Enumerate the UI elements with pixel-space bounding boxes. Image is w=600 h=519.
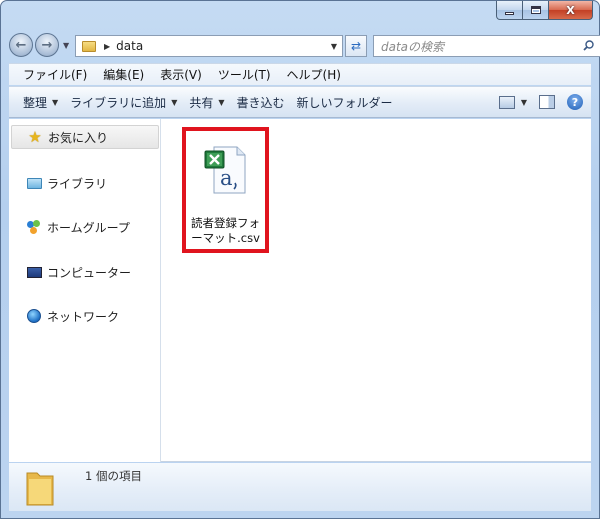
maximize-icon [530, 6, 541, 14]
share-label: 共有 [189, 95, 214, 110]
minimize-button[interactable] [496, 1, 523, 20]
sidebar-item-libraries[interactable]: ライブラリ [9, 173, 159, 193]
back-button[interactable]: ← [9, 33, 33, 57]
back-arrow-icon: ← [15, 37, 27, 53]
sidebar-item-homegroup[interactable]: ホームグループ [9, 217, 159, 237]
caption-buttons: X [496, 1, 593, 20]
change-view-icon[interactable] [498, 95, 515, 109]
sidebar-item-label: お気に入り [48, 130, 109, 145]
navigation-pane: ★ お気に入り ライブラリ ホームグループ コンピューター ネットワーク [9, 119, 161, 462]
organize-button[interactable]: 整理 ▼ [23, 94, 58, 111]
content-area: ★ お気に入り ライブラリ ホームグループ コンピューター ネットワーク a 読… [9, 119, 591, 462]
burn-label: 書き込む [236, 95, 285, 110]
sidebar-item-network[interactable]: ネットワーク [9, 306, 159, 326]
refresh-button[interactable]: ⇄ [345, 35, 367, 57]
new-folder-label: 新しいフォルダー [296, 95, 393, 110]
refresh-icon: ⇄ [350, 39, 362, 53]
search-icon[interactable] [583, 40, 594, 51]
file-item[interactable]: a 読者登録フォーマット.csv [182, 127, 269, 253]
new-folder-button[interactable]: 新しいフォルダー [297, 94, 393, 111]
excel-csv-icon: a [204, 146, 246, 194]
folder-icon [26, 472, 54, 506]
search-box[interactable]: dataの検索 [373, 35, 600, 57]
chevron-down-icon: ▼ [218, 97, 225, 107]
sidebar-item-label: ネットワーク [47, 309, 120, 324]
network-icon [26, 308, 42, 324]
add-to-library-button[interactable]: ライブラリに追加 ▼ [70, 94, 177, 111]
star-icon: ★ [28, 128, 42, 146]
chevron-down-icon: ▼ [52, 97, 59, 107]
menu-file[interactable]: ファイル(F) [9, 66, 95, 83]
view-options-dropdown-icon[interactable]: ▼ [521, 98, 527, 107]
homegroup-icon [26, 219, 42, 235]
explorer-window: X ← → ▼ ▶ data ▼ ⇄ dataの検索 ファイル(F) 編集(E)… [0, 0, 600, 519]
chevron-down-icon: ▼ [171, 97, 178, 107]
search-input[interactable]: dataの検索 [381, 38, 444, 55]
close-button[interactable]: X [549, 1, 593, 20]
preview-pane-icon[interactable] [539, 95, 555, 109]
close-icon: X [566, 3, 575, 17]
help-icon[interactable]: ? [567, 94, 583, 110]
file-list: a 読者登録フォーマット.csv [162, 119, 591, 462]
item-count: 1 個の項目 [85, 469, 142, 483]
menu-view[interactable]: 表示(V) [152, 66, 210, 83]
sidebar-item-label: ホームグループ [47, 220, 130, 235]
sidebar-item-label: ライブラリ [47, 176, 108, 191]
library-icon [26, 175, 42, 191]
breadcrumb-data[interactable]: data [116, 39, 143, 53]
maximize-button[interactable] [523, 1, 549, 20]
svg-text:a: a [220, 166, 233, 190]
organize-label: 整理 [23, 95, 48, 110]
file-name: 読者登録フォーマット.csv [191, 216, 260, 245]
recent-pages-dropdown[interactable]: ▼ [63, 41, 69, 50]
breadcrumb-chevron-icon[interactable]: ▶ [104, 42, 110, 51]
command-bar: 整理 ▼ ライブラリに追加 ▼ 共有 ▼ 書き込む 新しいフォルダー ▼ ? [9, 86, 591, 118]
sidebar-item-computer[interactable]: コンピューター [9, 262, 159, 282]
menu-edit[interactable]: 編集(E) [95, 66, 152, 83]
computer-icon [26, 264, 42, 280]
add-to-library-label: ライブラリに追加 [70, 95, 167, 110]
minimize-icon [505, 11, 514, 15]
sidebar-item-label: コンピューター [47, 265, 132, 280]
forward-button[interactable]: → [35, 33, 59, 57]
menu-tools[interactable]: ツール(T) [210, 66, 279, 83]
menu-bar: ファイル(F) 編集(E) 表示(V) ツール(T) ヘルプ(H) [9, 63, 591, 85]
forward-arrow-icon: → [41, 37, 53, 53]
sidebar-item-favorites[interactable]: ★ お気に入り [11, 125, 159, 149]
details-pane: 1 個の項目 [9, 463, 591, 511]
menu-help[interactable]: ヘルプ(H) [279, 66, 349, 83]
view-controls: ▼ ? [498, 94, 583, 110]
share-button[interactable]: 共有 ▼ [189, 94, 224, 111]
navigation-bar: ← → ▼ ▶ data ▼ ⇄ dataの検索 [9, 31, 600, 59]
address-dropdown-icon[interactable]: ▼ [331, 42, 337, 51]
address-bar[interactable]: ▶ data ▼ [75, 35, 343, 57]
burn-button[interactable]: 書き込む [237, 94, 285, 111]
folder-icon [82, 40, 96, 52]
